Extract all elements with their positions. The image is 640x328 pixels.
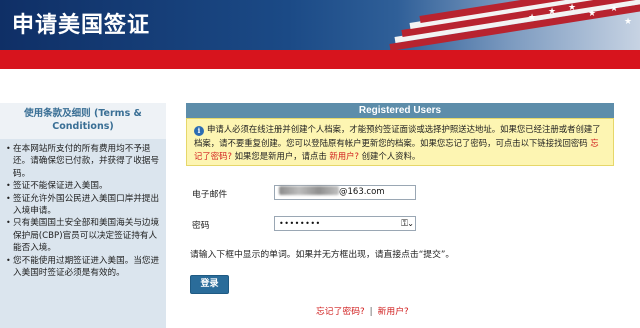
- site-header: ★ ★ ★ ★ ★ ★ 申请美国签证: [0, 0, 640, 50]
- page-title: 申请美国签证: [12, 12, 151, 38]
- terms-list: 在本网站所支付的所有费用均不予退还。请确保您已付款，并获得了收据号码。 签证不能…: [0, 139, 166, 279]
- info-icon: i: [194, 126, 204, 136]
- terms-item: 签证允许外国公民进入美国口岸并提出入境申请。: [6, 193, 160, 218]
- notice-box: i 申请人必须在线注册并创建个人档案，才能预约签证面谈或选择护照送达地址。如果您已…: [186, 118, 614, 166]
- registered-users-header: Registered Users: [186, 103, 614, 118]
- red-banner: [0, 50, 640, 69]
- star-icon: ★: [548, 7, 557, 17]
- star-icon: ★: [624, 17, 633, 27]
- email-label: 电子邮件: [192, 190, 228, 200]
- notice-text: 申请人必须在线注册并创建个人档案，才能预约签证面谈或选择护照送达地址。如果您已经…: [194, 124, 601, 148]
- chevron-down-icon[interactable]: ⌄: [407, 217, 414, 230]
- link-separator: |: [369, 307, 373, 317]
- captcha-hint: 请输入下框中显示的单词。如果并无方框出现，请直接点击“提交”。: [190, 250, 455, 260]
- password-label: 密码: [192, 221, 210, 231]
- terms-item: 在本网站所支付的所有费用均不予退还。请确保您已付款，并获得了收据号码。: [6, 143, 160, 180]
- terms-item: 只有美国国土安全部和美国海关与边境保护局(CBP)官员可以决定签证持有人能否入境…: [6, 217, 160, 254]
- password-value: ••••••••: [279, 219, 321, 228]
- email-field[interactable]: @163.com: [274, 185, 416, 200]
- star-icon: ★: [610, 4, 619, 14]
- star-icon: ★: [568, 3, 577, 13]
- password-field[interactable]: •••••••• ⚿ ⌄: [274, 216, 416, 231]
- star-icon: ★: [588, 9, 597, 19]
- notice-text: 创建个人资料。: [361, 151, 421, 161]
- bottom-links: 忘记了密码? | 新用户?: [316, 304, 409, 317]
- star-icon: ★: [528, 13, 537, 23]
- terms-title: 使用条款及细则 (Terms & Conditions): [0, 103, 166, 139]
- login-button[interactable]: 登录: [190, 275, 229, 294]
- redacted-text: [279, 186, 339, 195]
- terms-item: 签证不能保证进入美国。: [6, 180, 160, 193]
- email-suffix: @163.com: [339, 187, 385, 197]
- notice-new-user-link[interactable]: 新用户?: [329, 151, 359, 161]
- new-user-link[interactable]: 新用户?: [378, 307, 409, 317]
- forgot-password-link[interactable]: 忘记了密码?: [316, 307, 365, 317]
- notice-text: 如果您是新用户，请点击: [234, 151, 327, 161]
- terms-item: 您不能使用过期签证进入美国。当您进入美国时签证必须是有效的。: [6, 255, 160, 280]
- terms-panel: 使用条款及细则 (Terms & Conditions) 在本网站所支付的所有费…: [0, 103, 166, 328]
